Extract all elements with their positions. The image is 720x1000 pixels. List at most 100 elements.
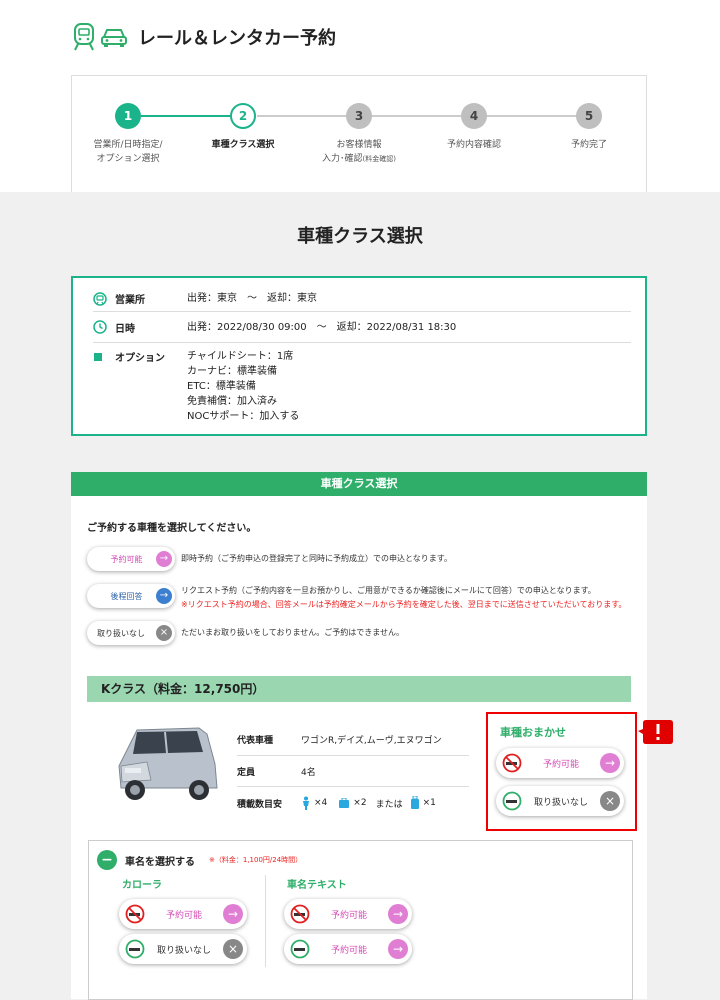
step-5-label: 予約完了	[570, 140, 607, 150]
omakase-title: 車種おまかせ	[500, 726, 566, 739]
luggage-large-count: ×4	[314, 798, 328, 808]
step-2-label: 車種クラス選択	[211, 140, 275, 150]
step-5-number: 5	[576, 103, 602, 129]
panel-intro: ご予約する車種を選択してください。	[87, 523, 257, 534]
summary-datetime-label: 日時	[115, 323, 135, 335]
spec-model-label: 代表車種	[237, 736, 274, 746]
brand: レール＆レンタカー予約	[72, 22, 336, 52]
arrow-right-icon: →	[388, 904, 408, 924]
bag-icon	[339, 798, 350, 808]
spec-capacity-label: 定員	[237, 767, 256, 778]
omakase-highlight: 車種おまかせ 予約可能 → 取り扱いなし ×	[486, 712, 637, 831]
arrow-right-icon: →	[388, 939, 408, 959]
step-1: 1 営業所/日時指定/ オプション選択	[68, 103, 188, 166]
legend-request-pill: 後程回答 →	[87, 584, 175, 608]
step-4-label: 予約内容確認	[446, 140, 501, 150]
summary-option-label: オプション	[115, 353, 165, 364]
arrow-right-icon: →	[156, 551, 172, 567]
smoking-icon	[125, 904, 145, 924]
legend-available: 予約可能 → 即時予約（ご予約申込の登録完了と同時に予約成立）での申込となります。	[87, 547, 452, 571]
legend-unavailable-text: ただいまお取り扱いをしておりません。ご予約はできません。	[181, 628, 405, 637]
person-icon	[303, 796, 309, 810]
close-icon: ×	[223, 939, 243, 959]
or-text: または	[375, 799, 403, 810]
smoking-icon	[502, 753, 522, 773]
step-2-number: 2	[230, 103, 256, 129]
progress-stepper: 1 営業所/日時指定/ オプション選択 2 車種クラス選択 3 お客様情報 入力…	[71, 75, 647, 192]
car-1-smoking-label: 予約可能	[165, 910, 202, 921]
step-1-label: 営業所/日時指定/ オプション選択	[93, 140, 163, 164]
summary-office-label: 営業所	[115, 295, 145, 306]
legend-available-label: 予約可能	[110, 554, 143, 564]
step-3: 3 お客様情報 入力･確認(料金確認)	[299, 103, 419, 166]
luggage-suitcase-count: ×1	[422, 798, 436, 808]
office-icon	[93, 291, 107, 306]
car-1-smoking-button[interactable]: 予約可能 →	[119, 899, 247, 929]
non-smoking-icon	[290, 939, 310, 959]
option-line: 免責補償：加入済み	[187, 396, 277, 407]
arrow-right-icon: →	[156, 588, 172, 604]
spec-luggage-label: 積載数目安	[237, 799, 283, 810]
summary-datetime-row: 日時 出発：2022/08/30 09:00 ～ 返却：2022/08/31 1…	[93, 312, 631, 343]
luggage-small-count: ×2	[353, 798, 367, 808]
spec-model-value: ワゴンR,デイズ,ムーヴ,エヌワゴン	[301, 736, 442, 746]
summary-datetime-value: 出発：2022/08/30 09:00 ～ 返却：2022/08/31 18:3…	[187, 321, 457, 333]
legend-unavailable: 取り扱いなし × ただいまお取り扱いをしておりません。ご予約はできません。	[87, 621, 404, 645]
page-title: 車種クラス選択	[297, 226, 423, 247]
option-line: NOCサポート：加入する	[187, 411, 300, 422]
non-smoking-icon	[125, 939, 145, 959]
collapse-minus-icon[interactable]: −	[97, 850, 117, 870]
legend-available-text: 即時予約（ご予約申込の登録完了と同時に予約成立）での申込となります。	[181, 554, 452, 563]
clock-icon	[93, 320, 107, 334]
step-4-number: 4	[461, 103, 487, 129]
omakase-smoking-button[interactable]: 予約可能 →	[496, 748, 624, 778]
car-icon	[101, 29, 127, 47]
close-icon: ×	[600, 791, 620, 811]
panel-header: 車種クラス選択	[71, 472, 647, 496]
step-5: 5 予約完了	[529, 103, 649, 152]
omakase-nonsmoking-button[interactable]: 取り扱いなし ×	[496, 786, 624, 816]
car-2-nonsmoking-button[interactable]: 予約可能 →	[284, 934, 412, 964]
step-4: 4 予約内容確認	[414, 103, 534, 152]
car-2-smoking-button[interactable]: 予約可能 →	[284, 899, 412, 929]
spec-model-row: 代表車種 ワゴンR,デイズ,ムーヴ,エヌワゴン	[237, 724, 469, 756]
column-divider	[265, 875, 266, 967]
car-column-title: カローラ	[122, 880, 162, 891]
option-square-icon	[94, 353, 102, 361]
legend-unavailable-label: 取り扱いなし	[97, 628, 145, 638]
car-1-nonsmoking-label: 取り扱いなし	[156, 945, 211, 956]
suitcase-icon	[410, 796, 419, 809]
legend-request-text: リクエスト予約（ご予約内容を一旦お預かりし、ご用意ができるか確認後にメールにて回…	[181, 586, 596, 595]
step-2: 2 車種クラス選択	[183, 103, 303, 152]
summary-office-value: 出発：東京 ～ 返却：東京	[187, 293, 317, 304]
non-smoking-icon	[502, 791, 522, 811]
arrow-right-icon: →	[223, 904, 243, 924]
legend-request-label: 後程回答	[110, 591, 143, 601]
app-title: レール＆レンタカー予約	[138, 28, 336, 49]
legend-request: 後程回答 → リクエスト予約（ご予約内容を一旦お預かりし、ご用意ができるか確認後に…	[87, 584, 626, 612]
train-icon	[74, 23, 94, 51]
spec-capacity-row: 定員 4名	[237, 756, 469, 787]
legend-unavailable-pill: 取り扱いなし ×	[87, 621, 175, 645]
spec-capacity-value: 4名	[301, 767, 316, 778]
close-icon: ×	[156, 625, 172, 641]
summary-office-row: 営業所 出発：東京 ～ 返却：東京	[93, 286, 631, 312]
car-name-select-header[interactable]: − 車名を選択する ※（料金：1,100円/24時間）	[97, 850, 302, 870]
car-name-select: − 車名を選択する ※（料金：1,100円/24時間） カローラ 予約可能 → …	[88, 840, 633, 1000]
step-1-number: 1	[115, 103, 141, 129]
alert-callout-icon	[638, 720, 673, 744]
option-line: カーナビ：標準装備	[187, 366, 277, 377]
summary-option-row: オプション チャイルドシート：1席 カーナビ：標準装備 ETC：標準装備 免責補…	[93, 349, 631, 424]
car-1-nonsmoking-button[interactable]: 取り扱いなし ×	[119, 934, 247, 964]
option-line: ETC：標準装備	[187, 381, 256, 392]
car-image	[118, 727, 218, 800]
car-2-nonsmoking-label: 予約可能	[330, 945, 367, 956]
class-select-panel: 車種クラス選択 ご予約する車種を選択してください。 予約可能 → 即時予約（ご予約…	[71, 472, 647, 1000]
step-3-number: 3	[346, 103, 372, 129]
omakase-smoking-label: 予約可能	[542, 759, 579, 770]
spec-luggage-row: 積載数目安 ×4 ×2 または ×1	[237, 787, 469, 819]
legend-available-pill: 予約可能 →	[87, 547, 175, 571]
car-name-select-note: ※（料金：1,100円/24時間）	[209, 856, 303, 864]
car-column-title: 車名テキスト	[287, 880, 347, 891]
k-class-header: Kクラス（料金：12,750円）	[87, 676, 631, 702]
